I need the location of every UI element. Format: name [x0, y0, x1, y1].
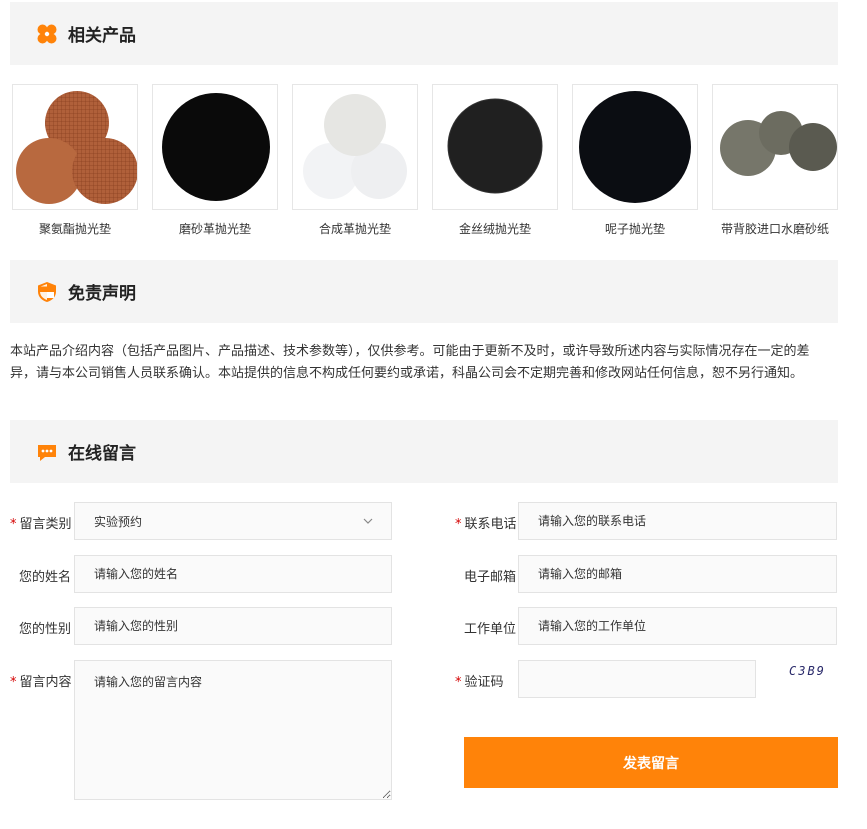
- product-card[interactable]: 呢子抛光垫: [572, 84, 698, 237]
- product-image[interactable]: [572, 84, 698, 210]
- captcha-input[interactable]: [518, 660, 756, 698]
- product-card[interactable]: 聚氨酯抛光垫: [12, 84, 138, 237]
- chevron-down-icon: [363, 518, 373, 524]
- message-header: 在线留言: [10, 420, 838, 483]
- product-name[interactable]: 聚氨酯抛光垫: [12, 220, 138, 237]
- gender-input[interactable]: [74, 607, 392, 645]
- product-image[interactable]: [432, 84, 558, 210]
- product-image[interactable]: [712, 84, 838, 210]
- captcha-label: * 验证码: [455, 675, 504, 690]
- product-name[interactable]: 磨砂革抛光垫: [152, 220, 278, 237]
- phone-input[interactable]: [518, 502, 837, 540]
- category-label: * 留言类别: [10, 517, 72, 532]
- product-image[interactable]: [292, 84, 418, 210]
- captcha-image[interactable]: C3B9: [789, 664, 826, 678]
- category-select[interactable]: 实验预约: [74, 502, 392, 540]
- email-label: 电子邮箱: [464, 570, 517, 585]
- product-name[interactable]: 呢子抛光垫: [572, 220, 698, 237]
- content-label: * 留言内容: [10, 675, 72, 690]
- product-carousel: 聚氨酯抛光垫 磨砂革抛光垫 合成革抛光垫 金丝绒抛光垫 呢子抛光垫 带背胶进口水…: [10, 84, 848, 244]
- submit-message-button[interactable]: 发表留言: [464, 737, 838, 788]
- chat-bubble-icon: [38, 444, 56, 461]
- disclaimer-text: 本站产品介绍内容（包括产品图片、产品描述、技术参数等），仅供参考。可能由于更新不…: [10, 344, 810, 381]
- product-name[interactable]: 带背胶进口水磨砂纸: [712, 220, 838, 237]
- shield-icon: [38, 281, 56, 302]
- product-image[interactable]: [152, 84, 278, 210]
- message-title: 在线留言: [68, 444, 136, 464]
- name-input[interactable]: [74, 555, 392, 593]
- email-input[interactable]: [518, 555, 837, 593]
- product-card[interactable]: 带背胶进口水磨砂纸: [712, 84, 838, 237]
- related-products-header: 相关产品: [10, 2, 838, 65]
- related-products-title: 相关产品: [68, 26, 136, 46]
- phone-label: * 联系电话: [455, 517, 517, 532]
- product-name[interactable]: 金丝绒抛光垫: [432, 220, 558, 237]
- company-label: 工作单位: [464, 622, 517, 637]
- product-image[interactable]: [12, 84, 138, 210]
- content-textarea[interactable]: [74, 660, 392, 800]
- disclaimer-title: 免责声明: [68, 284, 136, 304]
- gender-label: 您的性别: [19, 622, 72, 637]
- name-label: 您的姓名: [19, 570, 72, 585]
- product-card[interactable]: 金丝绒抛光垫: [432, 84, 558, 237]
- company-input[interactable]: [518, 607, 837, 645]
- product-name[interactable]: 合成革抛光垫: [292, 220, 418, 237]
- category-selected-value: 实验预约: [94, 514, 143, 529]
- disclaimer-header: 免责声明: [10, 260, 838, 323]
- product-card[interactable]: 合成革抛光垫: [292, 84, 418, 237]
- product-card[interactable]: 磨砂革抛光垫: [152, 84, 278, 237]
- four-petal-icon: [37, 24, 57, 43]
